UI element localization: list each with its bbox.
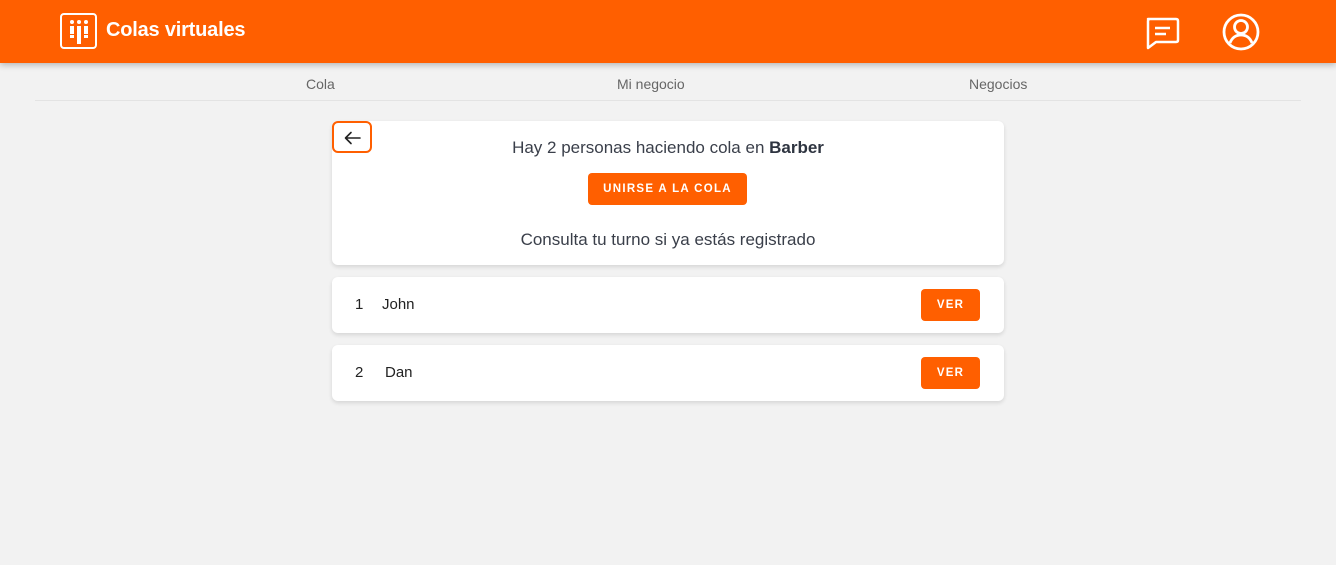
entry-position: 2 — [355, 364, 364, 381]
view-entry-button[interactable]: VER — [921, 357, 980, 389]
queue-count-prefix: Hay 2 personas haciendo cola en — [512, 138, 770, 157]
top-app-bar: Colas virtuales — [0, 0, 1336, 63]
queue-entry-row: 2 Dan VER — [332, 345, 1004, 401]
app-title: Colas virtuales — [106, 19, 246, 41]
entry-name: John — [382, 296, 415, 313]
logo-queue-icon[interactable] — [60, 13, 97, 49]
queue-summary-card: Hay 2 personas haciendo cola en Barber U… — [332, 121, 1004, 265]
nav-item-negocios[interactable]: Negocios — [969, 76, 1027, 92]
business-name: Barber — [769, 138, 824, 157]
nav-item-cola[interactable]: Cola — [306, 76, 335, 92]
nav-item-mi-negocio[interactable]: Mi negocio — [617, 76, 685, 92]
entry-name: Dan — [385, 364, 413, 381]
consulta-turno-text: Consulta tu turno si ya estás registrado — [520, 230, 816, 249]
main-nav: Cola Mi negocio Negocios — [35, 63, 1301, 101]
queue-count-text: Hay 2 personas haciendo cola en Barber — [332, 138, 1004, 158]
entry-position: 1 — [355, 296, 364, 313]
queue-entry-row: 1 John VER — [332, 277, 1004, 333]
chat-icon[interactable] — [1143, 16, 1181, 50]
view-entry-button[interactable]: VER — [921, 289, 980, 321]
join-queue-button[interactable]: UNIRSE A LA COLA — [588, 173, 747, 205]
user-account-icon[interactable] — [1221, 12, 1261, 52]
